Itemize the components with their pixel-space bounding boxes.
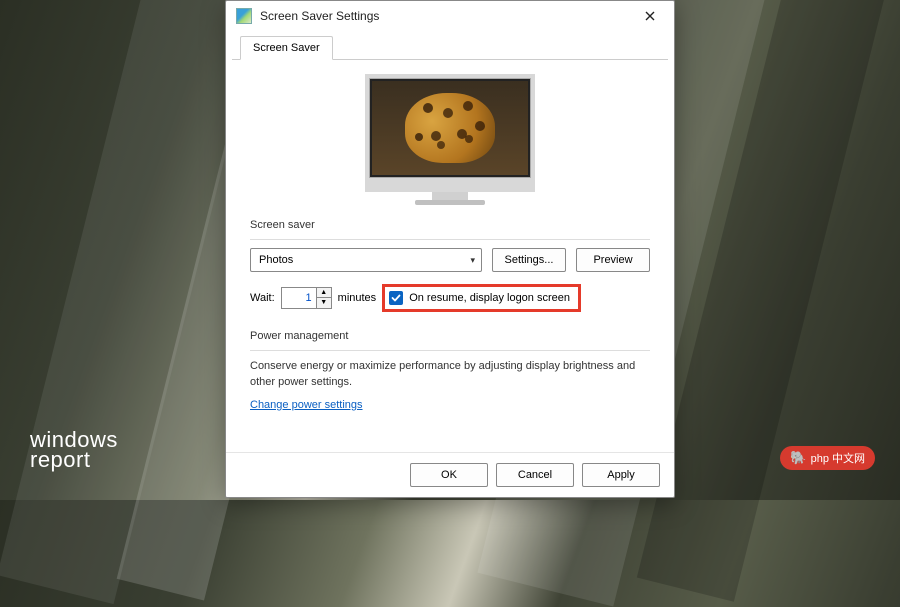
leopard-image (405, 93, 495, 163)
resume-checkbox[interactable] (389, 291, 403, 305)
power-description: Conserve energy or maximize performance … (250, 359, 650, 391)
ok-button[interactable]: OK (410, 463, 488, 487)
apply-button[interactable]: Apply (582, 463, 660, 487)
settings-button[interactable]: Settings... (492, 248, 566, 272)
watermark-windows-report: windows report (30, 430, 118, 470)
titlebar: Screen Saver Settings (226, 1, 674, 31)
spinner-down-icon[interactable]: ▼ (317, 298, 331, 308)
window-title: Screen Saver Settings (260, 9, 636, 23)
resume-highlight: On resume, display logon screen (382, 284, 581, 312)
wait-unit: minutes (338, 292, 377, 304)
app-icon (236, 8, 252, 24)
dialog-footer: OK Cancel Apply (226, 452, 674, 497)
screen-saver-dialog: Screen Saver Settings Screen Saver Scree… (225, 0, 675, 498)
check-icon (391, 293, 401, 303)
close-button[interactable] (636, 5, 664, 27)
screensaver-select-value: Photos (259, 254, 293, 266)
resume-label: On resume, display logon screen (409, 292, 570, 304)
wait-spinner[interactable]: ▲ ▼ (281, 287, 332, 309)
preview-monitor (250, 74, 650, 205)
wait-input[interactable] (282, 292, 316, 304)
power-group-label: Power management (250, 330, 650, 342)
watermark-php: 🐘php 中文网 (780, 446, 875, 470)
close-icon (645, 11, 655, 21)
chevron-down-icon: ▾ (470, 255, 475, 266)
cancel-button[interactable]: Cancel (496, 463, 574, 487)
spinner-up-icon[interactable]: ▲ (317, 288, 331, 298)
wait-label: Wait: (250, 292, 275, 304)
screensaver-select[interactable]: Photos ▾ (250, 248, 482, 272)
screensaver-group-label: Screen saver (250, 219, 650, 231)
tabstrip: Screen Saver (232, 31, 668, 60)
change-power-settings-link[interactable]: Change power settings (250, 399, 650, 411)
preview-button[interactable]: Preview (576, 248, 650, 272)
tab-screen-saver[interactable]: Screen Saver (240, 36, 333, 60)
